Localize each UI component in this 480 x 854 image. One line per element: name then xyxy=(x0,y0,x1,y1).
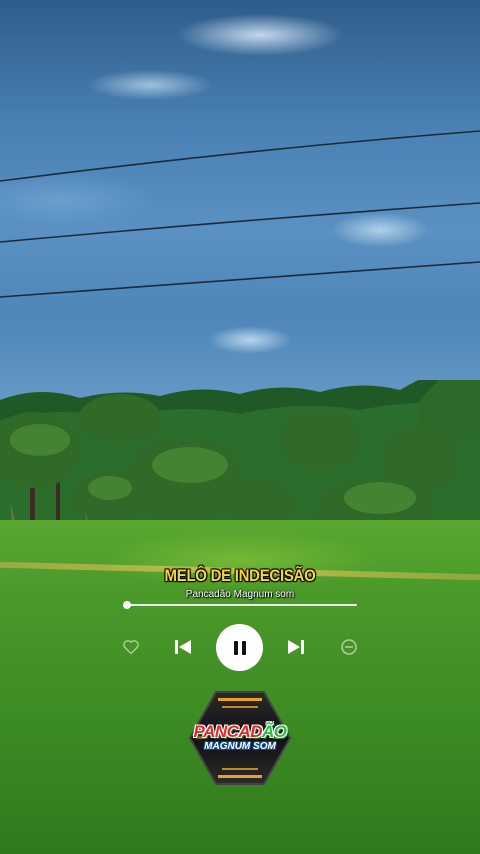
power-lines xyxy=(0,130,480,298)
progress-bar[interactable] xyxy=(123,601,357,609)
logo-subtitle: MAGNUM SOM xyxy=(204,741,276,752)
skip-previous-icon xyxy=(175,640,191,654)
logo-brand-accent: ÃO xyxy=(261,722,287,741)
pancadao-magnum-som-logo: PANCADÃO MAGNUM SOM xyxy=(188,690,292,786)
pause-icon xyxy=(233,640,246,655)
remove-button[interactable] xyxy=(338,636,360,658)
minus-circle-icon xyxy=(341,639,357,655)
pause-button[interactable] xyxy=(216,624,263,671)
progress-knob[interactable] xyxy=(123,601,131,609)
playback-controls xyxy=(0,622,480,672)
artist-name: Pancadão Magnum som xyxy=(185,589,295,600)
skip-next-icon xyxy=(288,640,304,654)
previous-button[interactable] xyxy=(172,637,194,657)
next-button[interactable] xyxy=(285,637,307,657)
heart-outline-icon xyxy=(123,640,139,655)
song-title: MELÔ DE INDECISÃO xyxy=(164,566,316,585)
logo-brand-text: PANCADÃO xyxy=(188,722,292,742)
like-button[interactable] xyxy=(120,636,142,658)
logo-brand-main: PANCAD xyxy=(193,722,263,741)
music-player: MELÔ DE INDECISÃO Pancadão Magnum som xyxy=(0,562,480,672)
